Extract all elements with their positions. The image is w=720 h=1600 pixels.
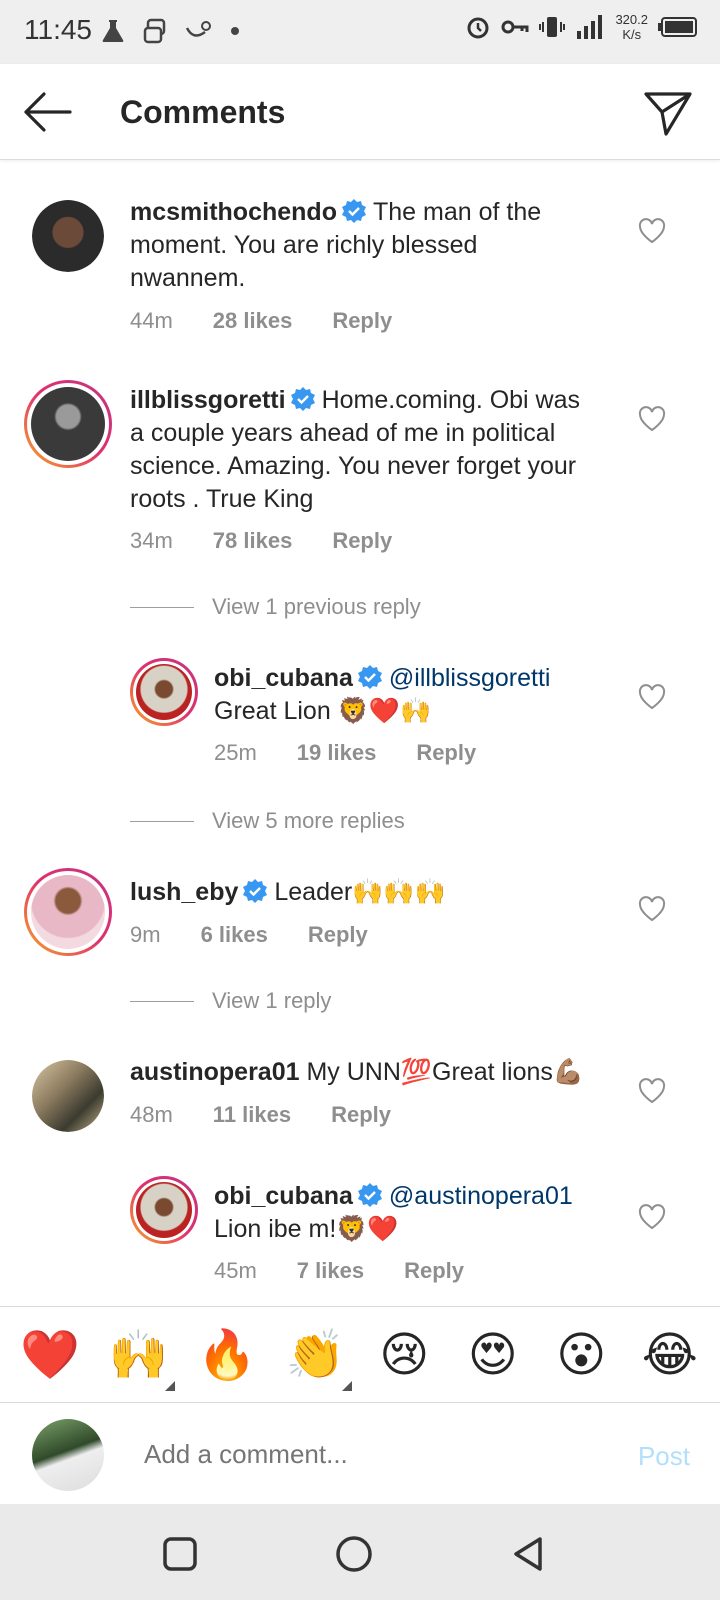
comment-meta: 45m 7 likes Reply bbox=[214, 1258, 464, 1284]
back-arrow-icon[interactable] bbox=[20, 88, 74, 136]
comment-time: 45m bbox=[214, 1258, 257, 1283]
comment-text: My UNN💯Great lions💪🏽 bbox=[306, 1058, 585, 1086]
post-button[interactable]: Post bbox=[638, 1441, 690, 1472]
comment-meta: 25m 19 likes Reply bbox=[214, 740, 476, 766]
reply-button[interactable]: Reply bbox=[404, 1258, 464, 1284]
mention-link[interactable]: @austinopera01 bbox=[389, 1182, 573, 1210]
avatar-story-ring[interactable] bbox=[130, 1176, 198, 1244]
system-nav-bar bbox=[0, 1504, 720, 1600]
battery-icon bbox=[658, 17, 697, 37]
app-notification-icon bbox=[185, 21, 211, 37]
comment-time: 25m bbox=[214, 740, 257, 765]
add-comment-bar: Post bbox=[0, 1402, 720, 1504]
quick-reactions-bar: ❤️ 🙌 🔥 👏 😢 😍 😮 😂 bbox=[0, 1306, 720, 1402]
status-bar: 11:45 320.2 K/s bbox=[0, 0, 720, 64]
view-previous-replies[interactable]: View 1 previous reply bbox=[130, 594, 421, 620]
comment-time: 9m bbox=[130, 922, 161, 947]
switch-icon bbox=[143, 18, 166, 44]
comment-username[interactable]: illblissgoretti bbox=[130, 386, 286, 414]
vibrate-icon bbox=[539, 17, 566, 37]
verified-badge-icon bbox=[243, 879, 268, 903]
reaction-crying[interactable]: 😢 bbox=[374, 1327, 434, 1383]
comment-username[interactable]: lush_eby bbox=[130, 878, 238, 906]
signal-icon bbox=[577, 15, 603, 39]
like-heart-icon[interactable] bbox=[638, 406, 666, 432]
direct-send-icon[interactable] bbox=[642, 86, 694, 138]
status-time: 11:45 bbox=[24, 14, 92, 45]
comment-username[interactable]: obi_cubana bbox=[214, 1182, 353, 1210]
comment-text: Lion ibe m!🦁❤️ bbox=[214, 1215, 399, 1243]
comment-text: Leader🙌🙌🙌 bbox=[274, 878, 446, 906]
likes-count[interactable]: 7 likes bbox=[297, 1258, 364, 1284]
reaction-heart[interactable]: ❤️ bbox=[20, 1326, 80, 1383]
comment-list: mcsmithochendo The man of the moment. You… bbox=[0, 160, 720, 1307]
verified-badge-icon bbox=[357, 665, 382, 689]
likes-count[interactable]: 19 likes bbox=[297, 740, 377, 766]
verified-badge-icon bbox=[357, 1183, 382, 1207]
reply-button[interactable]: Reply bbox=[416, 740, 476, 766]
likes-count[interactable]: 6 likes bbox=[201, 922, 268, 948]
verified-badge-icon bbox=[290, 387, 315, 411]
comment-time: 44m bbox=[130, 308, 173, 333]
home-icon[interactable] bbox=[334, 1534, 374, 1574]
key-icon bbox=[501, 20, 529, 34]
likes-count[interactable]: 78 likes bbox=[213, 528, 293, 554]
my-avatar bbox=[32, 1419, 104, 1491]
comment-text: Great Lion 🦁❤️🙌 bbox=[214, 697, 432, 725]
likes-count[interactable]: 11 likes bbox=[213, 1102, 291, 1128]
reaction-clap[interactable]: 👏 bbox=[286, 1326, 352, 1391]
page-title: Comments bbox=[120, 94, 286, 130]
reaction-fire[interactable]: 🔥 bbox=[197, 1326, 257, 1383]
comment-username[interactable]: obi_cubana bbox=[214, 664, 353, 692]
reply-button[interactable]: Reply bbox=[332, 308, 392, 334]
comment-username[interactable]: mcsmithochendo bbox=[130, 198, 337, 226]
avatar[interactable] bbox=[32, 200, 104, 272]
comment-username[interactable]: austinopera01 bbox=[130, 1058, 300, 1086]
mention-link[interactable]: @illblissgoretti bbox=[389, 664, 551, 692]
reaction-raised-hands[interactable]: 🙌 bbox=[109, 1326, 175, 1391]
comment-time: 34m bbox=[130, 528, 173, 553]
reply-button[interactable]: Reply bbox=[331, 1102, 391, 1128]
reply-button[interactable]: Reply bbox=[332, 528, 392, 554]
like-heart-icon[interactable] bbox=[638, 896, 666, 922]
view-more-replies[interactable]: View 5 more replies bbox=[130, 808, 405, 834]
comment-time: 48m bbox=[130, 1102, 173, 1127]
back-nav-icon[interactable] bbox=[508, 1534, 548, 1574]
comment-meta: 48m 11 likes Reply bbox=[130, 1102, 391, 1128]
likes-count[interactable]: 28 likes bbox=[213, 308, 293, 334]
reaction-heart-eyes[interactable]: 😍 bbox=[463, 1327, 523, 1383]
comment-input[interactable] bbox=[144, 1439, 584, 1470]
view-replies[interactable]: View 1 reply bbox=[130, 988, 331, 1014]
like-heart-icon[interactable] bbox=[638, 218, 666, 244]
verified-badge-icon bbox=[341, 199, 366, 223]
comment-meta: 9m 6 likes Reply bbox=[130, 922, 368, 948]
reaction-laughing[interactable]: 😂 bbox=[640, 1327, 700, 1383]
reaction-surprised[interactable]: 😮 bbox=[551, 1327, 611, 1383]
comments-header: Comments bbox=[0, 64, 720, 160]
dot-icon bbox=[231, 27, 239, 35]
comment-meta: 34m 78 likes Reply bbox=[130, 528, 392, 554]
comment-meta: 44m 28 likes Reply bbox=[130, 308, 392, 334]
network-speed: 320.2 K/s bbox=[615, 12, 648, 42]
like-heart-icon[interactable] bbox=[638, 1078, 666, 1104]
alarm-icon bbox=[467, 17, 489, 39]
skin-tone-indicator bbox=[164, 1381, 175, 1391]
avatar-story-ring[interactable] bbox=[24, 380, 112, 468]
reply-button[interactable]: Reply bbox=[308, 922, 368, 948]
skin-tone-indicator bbox=[341, 1381, 352, 1391]
avatar-story-ring[interactable] bbox=[24, 868, 112, 956]
flask-icon bbox=[102, 20, 124, 42]
avatar-story-ring[interactable] bbox=[130, 658, 198, 726]
avatar[interactable] bbox=[32, 1060, 104, 1132]
recent-apps-icon[interactable] bbox=[160, 1534, 200, 1574]
like-heart-icon[interactable] bbox=[638, 1204, 666, 1230]
like-heart-icon[interactable] bbox=[638, 684, 666, 710]
